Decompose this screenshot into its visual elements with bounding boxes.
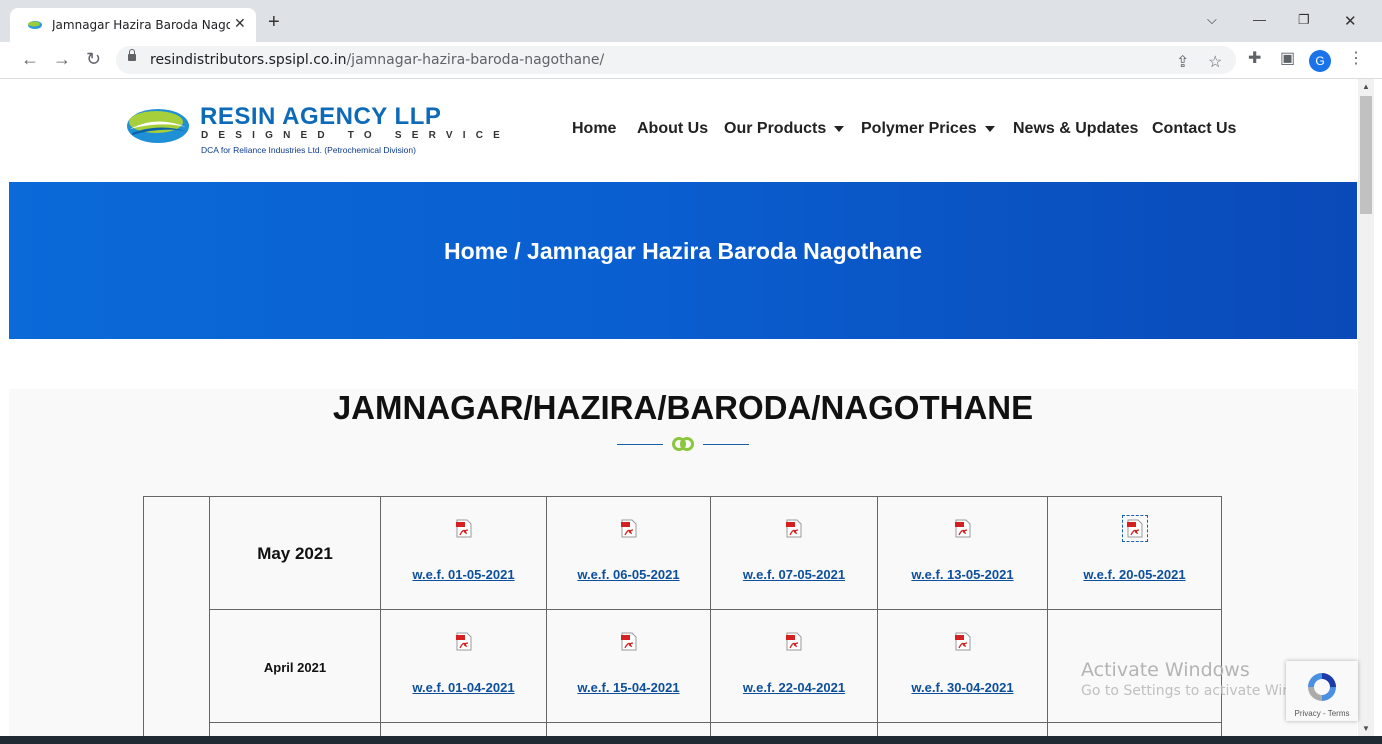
price-cell xyxy=(877,722,1048,736)
pdf-file-icon[interactable] xyxy=(785,519,803,538)
lock-icon xyxy=(128,49,136,61)
pdf-file-icon[interactable] xyxy=(620,632,638,651)
tab-title: Jamnagar Hazira Baroda Nagothane xyxy=(52,18,230,32)
table-side-cell xyxy=(143,496,210,736)
brand-name[interactable]: RESIN AGENCY LLP xyxy=(200,103,441,131)
address-bar[interactable]: resindistributors.spsipl.co.in/jamnagar-… xyxy=(116,46,1236,74)
tab-close-icon[interactable]: ✕ xyxy=(234,15,246,32)
os-taskbar xyxy=(0,736,1382,744)
price-cell xyxy=(546,722,711,736)
divider-line-left xyxy=(617,444,663,445)
price-cell: w.e.f. 01-05-2021 xyxy=(380,496,547,610)
price-cell: w.e.f. 13-05-2021 xyxy=(877,496,1048,610)
bookmark-star-icon[interactable]: ☆ xyxy=(1208,55,1222,71)
price-list-link[interactable]: w.e.f. 22-04-2021 xyxy=(711,680,877,695)
profile-avatar[interactable]: G xyxy=(1309,50,1331,72)
month-cell xyxy=(209,722,381,736)
pdf-file-icon[interactable] xyxy=(785,632,803,651)
price-cell: w.e.f. 15-04-2021 xyxy=(546,609,711,723)
price-cell: w.e.f. 06-05-2021 xyxy=(546,496,711,610)
browser-tabstrip: Jamnagar Hazira Baroda Nagothane ✕ + ⌵ —… xyxy=(0,0,1382,42)
recaptcha-badge[interactable]: Privacy - Terms xyxy=(1286,661,1358,721)
scroll-thumb[interactable] xyxy=(1360,96,1372,214)
nav-our-products[interactable]: Our Products xyxy=(724,120,845,138)
divider-rings-icon xyxy=(672,437,694,451)
page-title: JAMNAGAR/HAZIRA/BARODA/NAGOTHANE xyxy=(332,389,1034,426)
price-list-link[interactable]: w.e.f. 30-04-2021 xyxy=(878,680,1047,695)
recaptcha-icon xyxy=(1308,673,1336,701)
minimize-icon[interactable]: — xyxy=(1253,12,1266,27)
price-cell: w.e.f. 20-05-2021 xyxy=(1047,496,1222,610)
tab-search-chevron-icon[interactable]: ⌵ xyxy=(1207,12,1217,28)
recaptcha-links[interactable]: Privacy - Terms xyxy=(1286,709,1358,718)
brand-subtagline: DCA for Reliance Industries Ltd. (Petroc… xyxy=(201,145,416,155)
brand-tagline: DESIGNED TO SERVICE xyxy=(201,130,511,141)
price-cell xyxy=(710,722,878,736)
price-list-link[interactable]: w.e.f. 06-05-2021 xyxy=(547,567,710,582)
back-icon[interactable]: ← xyxy=(21,50,39,68)
restore-icon[interactable]: ❐ xyxy=(1298,12,1310,28)
divider-line-right xyxy=(703,444,749,445)
price-cell: w.e.f. 22-04-2021 xyxy=(710,609,878,723)
table-row: April 2021 w.e.f. 01-04-2021 w.e.f. 15-0… xyxy=(144,609,1222,723)
caret-down-icon xyxy=(984,125,995,132)
share-icon[interactable]: ⇪ xyxy=(1176,55,1189,71)
pdf-file-icon[interactable] xyxy=(1121,515,1148,542)
page-scrollbar[interactable]: ▲ ▼ xyxy=(1358,79,1374,736)
price-list-link[interactable]: w.e.f. 07-05-2021 xyxy=(711,567,877,582)
site-favicon-icon xyxy=(28,21,42,29)
scroll-down-arrow-icon[interactable]: ▼ xyxy=(1362,724,1370,733)
pdf-file-icon[interactable] xyxy=(455,632,473,651)
nav-about-us[interactable]: About Us xyxy=(637,120,708,138)
reload-icon[interactable]: ↻ xyxy=(86,50,101,68)
site-header: RESIN AGENCY LLP DESIGNED TO SERVICE DCA… xyxy=(0,79,1358,182)
extensions-icon[interactable]: ✚ xyxy=(1248,51,1261,67)
price-cell: w.e.f. 01-04-2021 xyxy=(380,609,547,723)
caret-down-icon xyxy=(834,125,845,132)
hero-banner: Home / Jamnagar Hazira Baroda Nagothane xyxy=(9,182,1357,339)
pdf-file-icon[interactable] xyxy=(620,519,638,538)
browser-toolbar: ← → ↻ resindistributors.spsipl.co.in/jam… xyxy=(0,42,1382,79)
price-cell xyxy=(1047,722,1222,736)
price-list-link[interactable]: w.e.f. 01-05-2021 xyxy=(381,567,546,582)
url-text: resindistributors.spsipl.co.in/jamnagar-… xyxy=(150,52,605,68)
breadcrumb: Home / Jamnagar Hazira Baroda Nagothane xyxy=(443,238,923,264)
price-list-link[interactable]: w.e.f. 01-04-2021 xyxy=(381,680,546,695)
menu-kebab-icon[interactable]: ⋮ xyxy=(1348,51,1364,67)
price-list-link[interactable]: w.e.f. 20-05-2021 xyxy=(1048,567,1221,582)
price-cell: w.e.f. 30-04-2021 xyxy=(877,609,1048,723)
price-list-link[interactable]: w.e.f. 13-05-2021 xyxy=(878,567,1047,582)
nav-contact-us[interactable]: Contact Us xyxy=(1152,120,1236,138)
page-viewport: RESIN AGENCY LLP DESIGNED TO SERVICE DCA… xyxy=(0,79,1358,736)
forward-icon[interactable]: → xyxy=(53,50,71,68)
scroll-up-arrow-icon[interactable]: ▲ xyxy=(1362,82,1370,91)
nav-news-updates[interactable]: News & Updates xyxy=(1013,120,1138,138)
nav-polymer-prices[interactable]: Polymer Prices xyxy=(861,120,995,138)
browser-tab[interactable]: Jamnagar Hazira Baroda Nagothane ✕ xyxy=(10,8,256,42)
price-cell xyxy=(380,722,547,736)
close-window-icon[interactable]: ✕ xyxy=(1344,12,1357,30)
resin-agency-logo-icon[interactable] xyxy=(126,107,190,145)
price-table: May 2021 w.e.f. 01-05-2021 w.e.f. 06-05-… xyxy=(143,496,1222,736)
table-row xyxy=(144,722,1222,736)
new-tab-icon[interactable]: + xyxy=(268,12,280,32)
pdf-file-icon[interactable] xyxy=(455,519,473,538)
nav-home[interactable]: Home xyxy=(572,120,616,138)
price-cell: w.e.f. 07-05-2021 xyxy=(710,496,878,610)
side-panel-icon[interactable]: ▣ xyxy=(1280,51,1295,67)
month-label: May 2021 xyxy=(257,544,333,563)
pdf-file-icon[interactable] xyxy=(954,519,972,538)
pdf-file-icon[interactable] xyxy=(954,632,972,651)
month-label: April 2021 xyxy=(263,660,327,675)
table-row: May 2021 w.e.f. 01-05-2021 w.e.f. 06-05-… xyxy=(143,496,1222,736)
month-cell: May 2021 xyxy=(209,496,381,610)
month-cell: April 2021 xyxy=(209,609,381,723)
price-list-link[interactable]: w.e.f. 15-04-2021 xyxy=(547,680,710,695)
